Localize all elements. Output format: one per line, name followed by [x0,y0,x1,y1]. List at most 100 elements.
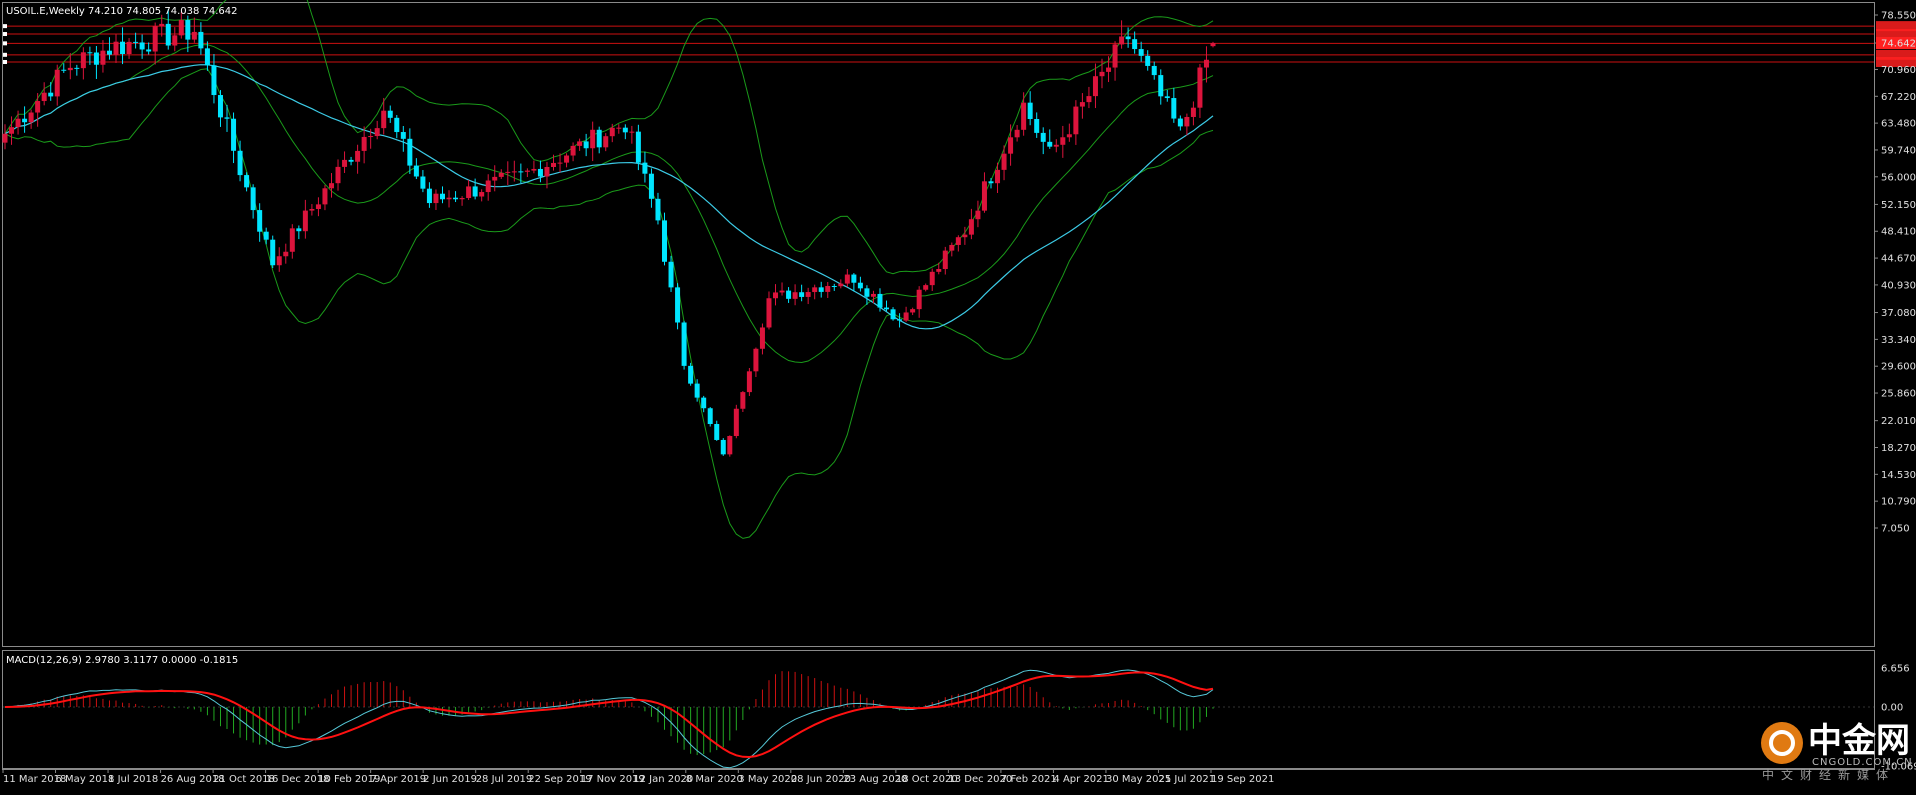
candle-body [1119,36,1125,45]
candle-body [244,175,250,188]
bollinger-bands [4,0,1214,539]
candle-body [263,231,269,240]
candle-body [766,298,772,328]
candle-body [22,118,28,123]
candle-body [413,165,419,177]
candle-body [688,365,694,384]
candle-body [54,69,60,97]
bollinger-lower [4,68,1214,539]
candle-body [479,192,485,197]
candle-body [492,176,498,181]
candle-body [746,371,752,393]
candle-body [387,110,393,118]
candle-body [786,290,792,299]
candle-body [1184,116,1190,127]
candle-body [831,285,837,287]
logo-sub: CNGOLD.COM.CN [1812,757,1913,768]
candle-body [283,251,289,257]
candle-body [642,162,648,174]
logo-text: 中金网 [1808,721,1910,761]
candle-body [981,181,987,211]
candle-body [1106,67,1112,72]
price-label: 78.550 [1881,11,1916,22]
candle-body [146,49,152,52]
candle-body [1190,107,1196,117]
candle-body [178,20,184,36]
candle-body [714,424,720,440]
candle-body [799,292,805,297]
candle-body [1151,65,1157,76]
candle-body [779,290,785,293]
main-chart-frame [2,2,1875,647]
candle-body [231,118,237,151]
level-marker [3,41,7,46]
price-label: 70.960 [1881,65,1916,76]
candle-body [67,67,73,71]
candle-body [694,383,700,398]
candle-body [41,92,47,102]
candle-body [681,322,687,366]
candle-body [1203,59,1209,68]
price-label: 33.340 [1881,335,1916,346]
candle-body [531,168,537,171]
date-axis: 11 Mar 20186 May 20181 Jul 2018 26 Aug 20… [2,769,1274,785]
candle-body [955,237,961,245]
price-label: 22.010 [1881,416,1916,427]
price-label: 25.860 [1881,389,1916,400]
candle-body [257,210,263,232]
candle-body [9,127,15,134]
candle-body [374,128,380,137]
candle-body [662,220,668,262]
candle-body [485,180,491,193]
candle-body [942,250,948,270]
candle-body [1040,132,1046,142]
candle-body [1164,96,1170,99]
price-label: 67.220 [1881,92,1916,103]
candle-body [505,171,511,173]
date-label: 6 May 2018 [56,774,115,785]
candle-body [1138,49,1144,56]
candle-body [446,197,452,200]
candle-body [459,198,465,200]
candle-body [1034,118,1040,133]
chart-canvas[interactable]: 78.550 74.642 70.960 67.220 63.480 59.740 56.0… [0,0,1916,791]
candle-body [93,52,99,65]
macd-axis-label: 6.656 [1881,664,1910,675]
date-label: 19 Sep 2021 [1211,774,1274,785]
candle-body [100,50,106,65]
candle-body [159,23,165,27]
candle-body [211,65,217,96]
candle-body [289,228,295,252]
macd-axis-label: 0.00 [1881,702,1903,713]
date-label: 4 Apr 2021 [1053,774,1108,785]
candle-body [381,110,387,129]
candle-body [655,198,661,221]
date-label: 28 Jun 2020 [791,774,851,785]
price-label: 40.930 [1881,280,1916,291]
candle-body [910,309,916,313]
date-label: 25 Jul 2021 [1158,774,1215,785]
candle-body [524,170,530,172]
candle-body [596,129,602,148]
candle-body [564,155,570,163]
candle-body [805,292,811,297]
candle-body [126,41,132,55]
horizontal-levels [3,21,1916,67]
candle-body [995,169,1001,184]
price-label: 14.530 [1881,470,1916,481]
candle-body [949,244,955,251]
candle-body [1145,55,1151,66]
candle-body [1210,43,1216,47]
candle-body [1125,36,1131,40]
candle-body [453,197,459,200]
candle-body [759,327,765,349]
candle-body [635,131,641,163]
candle-body [1112,44,1118,68]
bollinger-upper [4,0,1214,275]
candle-body [1053,144,1059,147]
candle-body [198,31,204,49]
cngold-logo: 中金网 CNGOLD.COM.CN 中文财经新媒体 [1761,721,1913,782]
date-label: 28 Jul 2019 [476,774,533,785]
candle-body [172,35,178,46]
date-label: 12 Jan 2020 [633,774,693,785]
